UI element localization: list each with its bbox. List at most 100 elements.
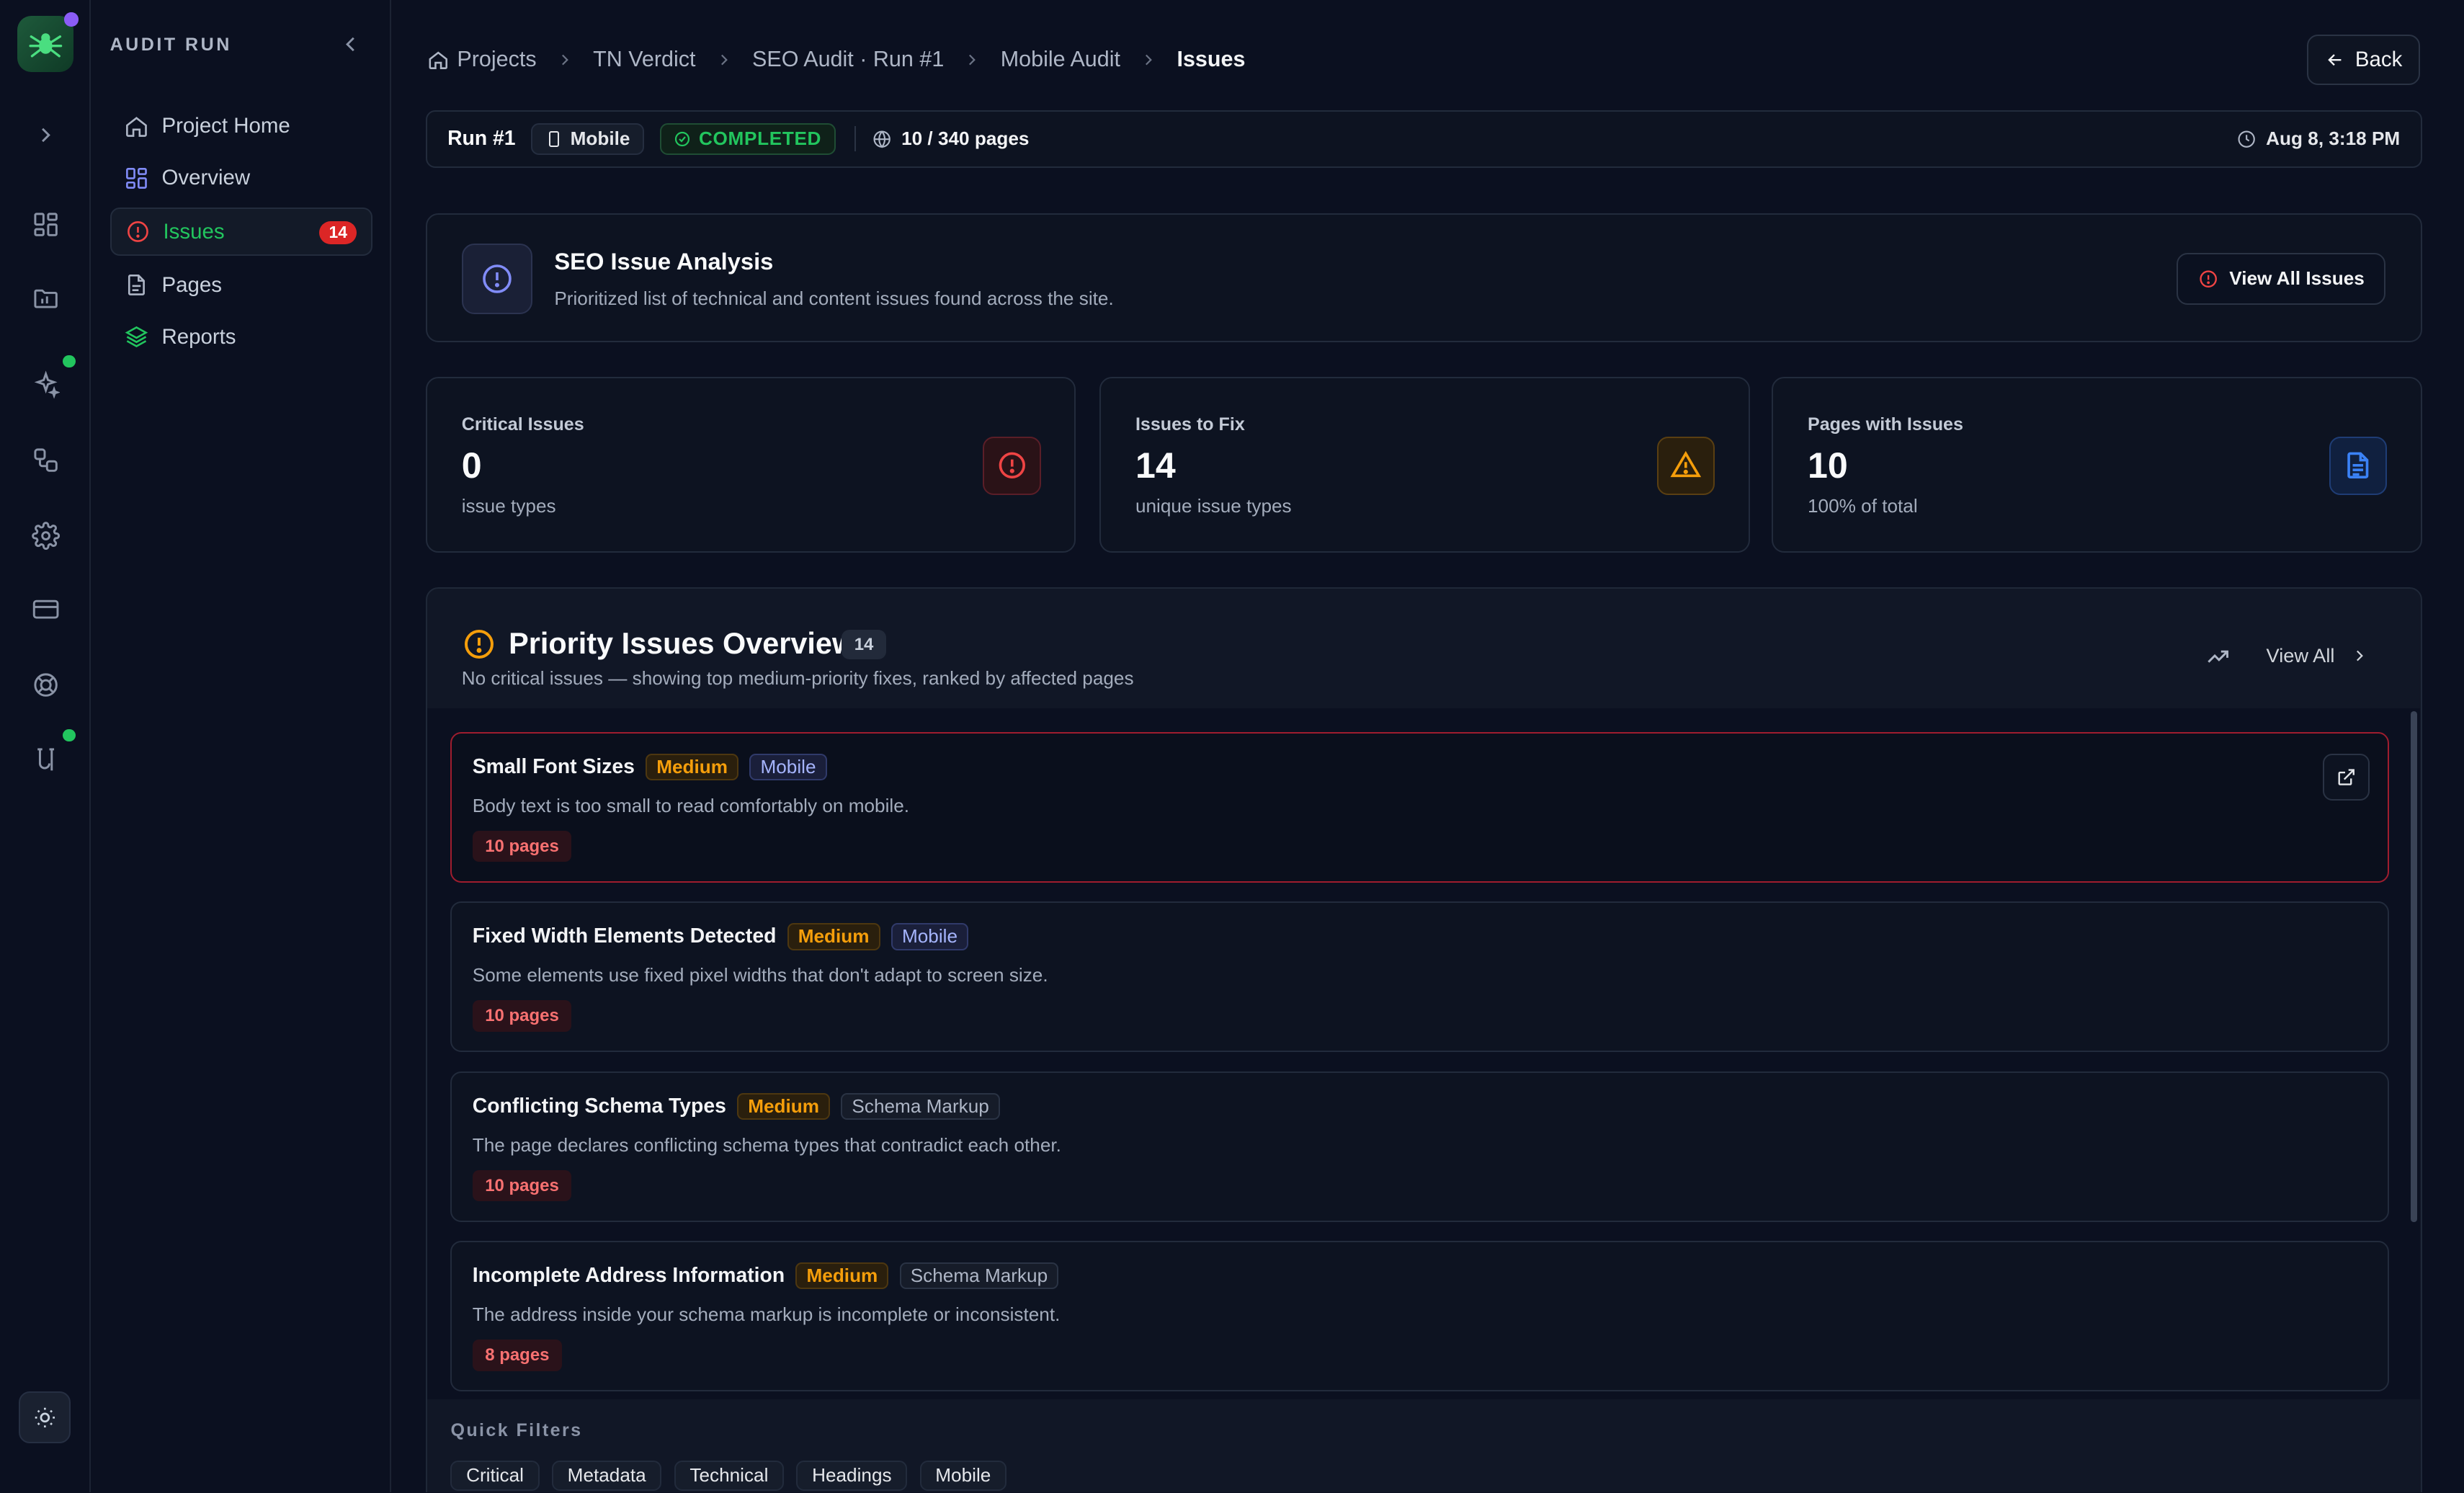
folder-chart-icon[interactable] [28, 281, 63, 316]
sidebar-item-reports[interactable]: Reports [110, 313, 372, 362]
sparkles-icon[interactable] [28, 367, 63, 402]
document-icon [2329, 436, 2388, 495]
stat-label: Pages with Issues [1807, 414, 1963, 435]
issue-description: Body text is too small to read comfortab… [472, 794, 910, 816]
status-badge: COMPLETED [659, 123, 836, 155]
alert-circle-icon [125, 219, 151, 244]
category-badge: Schema Markup [899, 1262, 1059, 1290]
quick-filters: Critical Metadata Technical Headings Mob… [450, 1461, 1006, 1491]
affected-pages-badge: 10 pages [472, 830, 572, 863]
issues-count-badge: 14 [319, 221, 357, 244]
priority-title: Priority Issues Overview [509, 626, 856, 660]
clock-icon [2236, 129, 2257, 149]
view-all-issues-button[interactable]: View All Issues [2177, 252, 2386, 305]
breadcrumb-audit-run[interactable]: SEO Audit · Run #1 [752, 47, 944, 72]
issue-card[interactable]: Small Font Sizes Medium Mobile Body text… [450, 731, 2389, 883]
view-all-link[interactable]: View All [2267, 644, 2370, 667]
stat-label: Issues to Fix [1135, 414, 1245, 435]
filter-chip-headings[interactable]: Headings [796, 1461, 908, 1491]
quick-filters-label: Quick Filters [450, 1420, 583, 1440]
sidebar-item-issues[interactable]: Issues 14 [110, 207, 372, 257]
filter-chip-critical[interactable]: Critical [450, 1461, 540, 1491]
warning-triangle-icon [1656, 436, 1715, 495]
chevron-right-icon [2350, 646, 2369, 665]
chevron-right-icon [715, 50, 733, 69]
collapse-sidebar-icon[interactable] [338, 32, 363, 57]
check-circle-icon [674, 130, 691, 148]
icon-rail [0, 0, 91, 1492]
filter-chip-mobile[interactable]: Mobile [919, 1461, 1006, 1491]
priority-subtitle: No critical issues — showing top medium-… [461, 667, 1134, 690]
integrations-icon[interactable] [28, 443, 63, 478]
back-button[interactable]: Back [2307, 34, 2421, 85]
run-info-bar: Run #1 Mobile COMPLETED 10 / 340 pages A… [425, 110, 2422, 169]
theme-toggle-button[interactable] [19, 1391, 71, 1444]
issue-card[interactable]: Fixed Width Elements Detected Medium Mob… [450, 901, 2389, 1053]
analysis-description: Prioritized list of technical and conten… [554, 287, 1114, 309]
alert-circle-icon [2198, 269, 2218, 289]
info-circle-icon [461, 243, 532, 314]
filter-chip-metadata[interactable]: Metadata [552, 1461, 662, 1491]
stat-sub: unique issue types [1135, 494, 1292, 517]
alert-circle-icon [462, 627, 496, 668]
issue-description: The address inside your schema markup is… [472, 1303, 1061, 1326]
analysis-title: SEO Issue Analysis [554, 248, 774, 275]
home-icon [124, 114, 149, 139]
sidebar-item-label: Reports [161, 324, 236, 349]
severity-badge: Medium [646, 754, 739, 781]
sidebar-item-overview[interactable]: Overview [110, 154, 372, 203]
affected-pages-badge: 10 pages [472, 1000, 572, 1032]
priority-count-badge: 14 [842, 629, 886, 660]
severity-badge: Medium [795, 1262, 889, 1290]
breadcrumb-projects[interactable]: Projects [457, 47, 536, 72]
dashboard-icon[interactable] [28, 208, 63, 242]
seo-analysis-card: SEO Issue Analysis Prioritized list of t… [425, 213, 2422, 343]
priority-issues-panel: Priority Issues Overview 14 No critical … [425, 587, 2422, 1492]
breadcrumb: Projects TN Verdict SEO Audit · Run #1 M… [427, 47, 1246, 72]
stat-value: 10 [1807, 445, 1848, 486]
affected-pages-badge: 8 pages [472, 1340, 562, 1371]
home-icon [427, 49, 450, 71]
view-all-label: View All [2266, 643, 2335, 667]
expand-chevron-icon[interactable] [28, 118, 63, 153]
breadcrumb-project[interactable]: TN Verdict [593, 47, 695, 72]
category-badge: Mobile [749, 754, 827, 781]
category-badge: Mobile [890, 923, 969, 950]
run-date: Aug 8, 3:18 PM [2236, 128, 2400, 150]
smartphone-icon [545, 130, 563, 148]
scrollbar[interactable] [2411, 711, 2417, 1222]
filter-chip-technical[interactable]: Technical [674, 1461, 785, 1491]
flask-icon[interactable] [28, 743, 63, 777]
stat-card-pages-with-issues: Pages with Issues 10 100% of total [1772, 377, 2422, 553]
issue-title: Small Font Sizes [472, 755, 635, 779]
stat-sub: issue types [461, 494, 556, 517]
spider-icon [29, 32, 63, 58]
issue-title: Incomplete Address Information [472, 1264, 785, 1288]
chevron-right-icon [963, 50, 981, 69]
sidebar-item-label: Overview [161, 166, 251, 190]
severity-badge: Medium [737, 1092, 831, 1120]
help-lifebuoy-icon[interactable] [28, 668, 63, 703]
chevron-right-icon [555, 50, 574, 69]
grid-icon [124, 166, 149, 191]
trending-up-icon[interactable] [2205, 644, 2231, 676]
issue-card[interactable]: Incomplete Address Information Medium Sc… [450, 1241, 2389, 1392]
sidebar-item-project-home[interactable]: Project Home [110, 102, 372, 151]
sidebar-item-label: Project Home [161, 114, 290, 138]
stat-value: 14 [1135, 445, 1176, 486]
notification-dot [64, 12, 79, 27]
gear-icon[interactable] [28, 518, 63, 553]
file-icon [124, 272, 149, 298]
issue-card[interactable]: Conflicting Schema Types Medium Schema M… [450, 1071, 2389, 1222]
external-link-icon[interactable] [2322, 754, 2370, 801]
sidebar-item-pages[interactable]: Pages [110, 261, 372, 310]
issue-description: Some elements use fixed pixel widths tha… [472, 964, 1048, 986]
pages-crawled: 10 / 340 pages [872, 128, 1030, 150]
sidebar-item-label: Issues [163, 219, 225, 244]
status-dot [63, 355, 76, 368]
pages-count: 10 / 340 pages [901, 128, 1030, 150]
credit-card-icon[interactable] [28, 592, 63, 627]
issue-description: The page declares conflicting schema typ… [472, 1133, 1061, 1156]
breadcrumb-mobile-audit[interactable]: Mobile Audit [1001, 47, 1120, 72]
breadcrumb-current: Issues [1177, 47, 1246, 72]
